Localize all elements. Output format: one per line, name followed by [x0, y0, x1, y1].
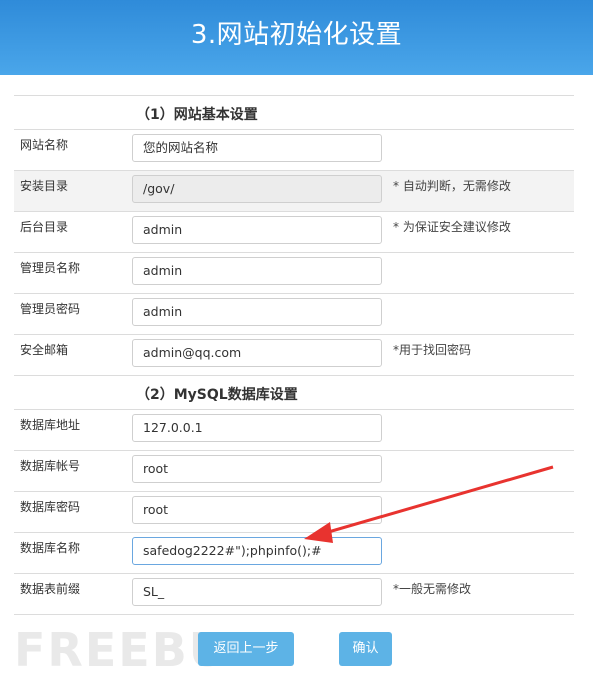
- db-user-input[interactable]: root: [132, 455, 382, 483]
- admin-password-label: 管理员密码: [20, 302, 81, 316]
- row-install-dir: 安装目录 /gov/ * 自动判断，无需修改: [14, 170, 574, 211]
- row-table-prefix: 数据表前缀 SL_ *一般无需修改: [14, 573, 574, 615]
- db-host-input[interactable]: 127.0.0.1: [132, 414, 382, 442]
- admin-dir-note: * 为保证安全建议修改: [393, 220, 511, 234]
- safe-email-note: *用于找回密码: [393, 343, 472, 357]
- row-safe-email: 安全邮箱 admin@qq.com *用于找回密码: [14, 334, 574, 375]
- section-mysql-title: （2）MySQL数据库设置: [136, 387, 298, 403]
- row-db-user: 数据库帐号 root: [14, 450, 574, 491]
- section-basic-title: （1）网站基本设置: [136, 107, 258, 123]
- page-header: 3.网站初始化设置: [0, 0, 593, 75]
- db-name-label: 数据库名称: [20, 541, 81, 555]
- table-prefix-note: *一般无需修改: [393, 582, 472, 596]
- install-dir-input: /gov/: [132, 175, 382, 203]
- safe-email-label: 安全邮箱: [20, 343, 69, 357]
- admin-name-label: 管理员名称: [20, 261, 81, 275]
- row-db-name: 数据库名称 safedog2222#");phpinfo();#: [14, 532, 574, 573]
- row-admin-name: 管理员名称 admin: [14, 252, 574, 293]
- db-user-label: 数据库帐号: [20, 459, 81, 473]
- section-mysql: （2）MySQL数据库设置: [14, 375, 574, 409]
- row-site-name: 网站名称 您的网站名称: [14, 129, 574, 170]
- safe-email-input[interactable]: admin@qq.com: [132, 339, 382, 367]
- page-title: 3.网站初始化设置: [190, 20, 403, 50]
- admin-password-input[interactable]: admin: [132, 298, 382, 326]
- row-db-password: 数据库密码 root: [14, 491, 574, 532]
- db-name-input[interactable]: safedog2222#");phpinfo();#: [132, 537, 382, 565]
- db-password-input[interactable]: root: [132, 496, 382, 524]
- site-name-label: 网站名称: [20, 138, 69, 152]
- confirm-button[interactable]: 确认: [339, 632, 392, 666]
- table-prefix-input[interactable]: SL_: [132, 578, 382, 606]
- back-button[interactable]: 返回上一步: [198, 632, 294, 666]
- row-admin-password: 管理员密码 admin: [14, 293, 574, 334]
- settings-form: （1）网站基本设置 网站名称 您的网站名称 安装目录 /gov/ * 自动判断，…: [14, 95, 574, 615]
- db-password-label: 数据库密码: [20, 500, 81, 514]
- admin-name-input[interactable]: admin: [132, 257, 382, 285]
- admin-dir-input[interactable]: admin: [132, 216, 382, 244]
- admin-dir-label: 后台目录: [20, 220, 69, 234]
- row-db-host: 数据库地址 127.0.0.1: [14, 409, 574, 450]
- install-dir-label: 安装目录: [20, 179, 69, 193]
- db-host-label: 数据库地址: [20, 418, 81, 432]
- site-name-input[interactable]: 您的网站名称: [132, 134, 382, 162]
- section-basic: （1）网站基本设置: [14, 95, 574, 129]
- install-dir-note: * 自动判断，无需修改: [393, 179, 511, 193]
- table-prefix-label: 数据表前缀: [20, 582, 81, 596]
- row-admin-dir: 后台目录 admin * 为保证安全建议修改: [14, 211, 574, 252]
